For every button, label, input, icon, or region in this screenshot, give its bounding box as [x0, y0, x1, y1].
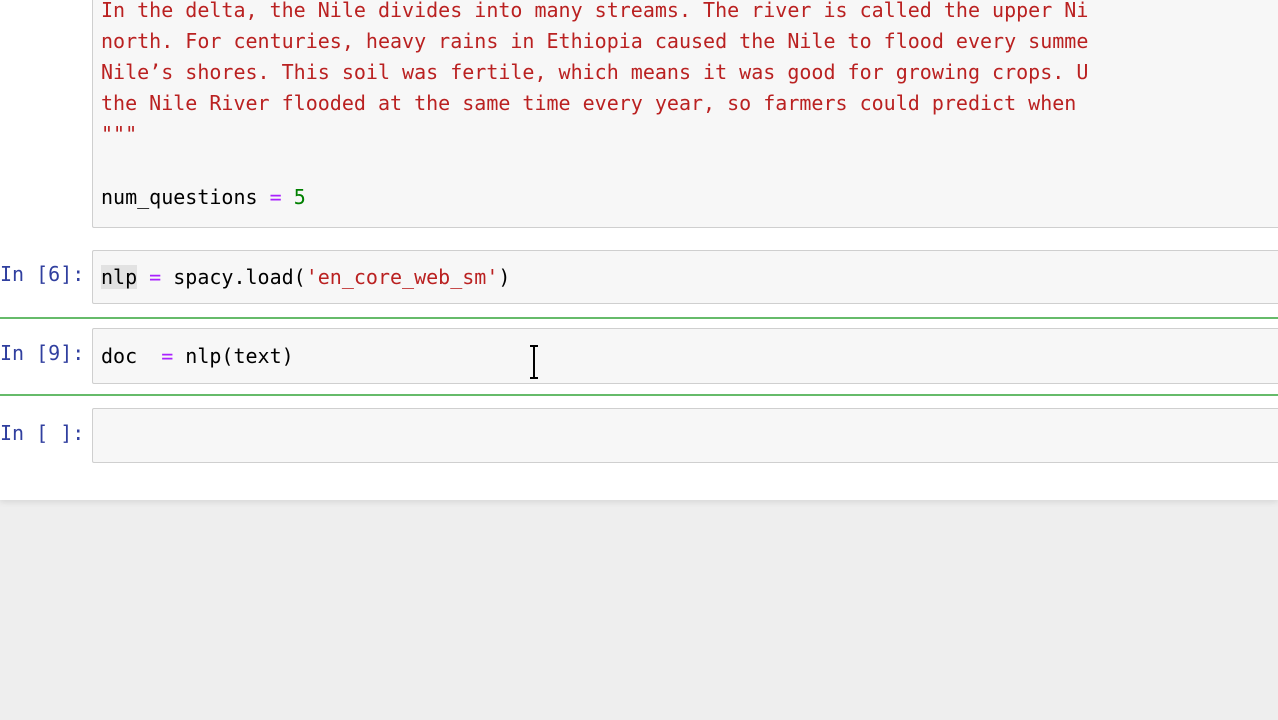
- number-literal: 5: [293, 185, 306, 209]
- code-line: In the delta, the Nile divides into many…: [101, 0, 1089, 22]
- code-line: north. For centuries, heavy rains in Eth…: [101, 29, 1089, 53]
- code-token: doc: [101, 344, 162, 368]
- notebook-container: In the delta, the Nile divides into many…: [0, 0, 1278, 500]
- code-cell-9[interactable]: In [9]: doc = nlp(text): [0, 328, 1278, 384]
- cell-input-area[interactable]: In the delta, the Nile divides into many…: [92, 0, 1278, 228]
- input-prompt: In [9]:: [0, 341, 85, 365]
- code-line: doc = nlp(text): [101, 341, 294, 372]
- variable-name: num_questions: [101, 185, 258, 209]
- input-prompt: In [6]:: [0, 262, 85, 286]
- code-cell-text[interactable]: In the delta, the Nile divides into many…: [0, 0, 1278, 230]
- text-cursor-icon: [530, 345, 538, 379]
- input-prompt: In [ ]:: [0, 421, 85, 445]
- assign-operator: =: [269, 185, 282, 209]
- code-line: the Nile River flooded at the same time …: [101, 91, 1077, 115]
- code-token: =: [149, 265, 162, 289]
- code-line: nlp = spacy.load('en_core_web_sm'): [101, 262, 510, 293]
- code-token: nlp(text): [173, 344, 294, 368]
- code-line: Nile’s shores. This soil was fertile, wh…: [101, 60, 1089, 84]
- selected-cell-top-border: [0, 317, 1278, 319]
- code-line: """: [101, 122, 138, 146]
- code-token: spacy.load(: [161, 265, 306, 289]
- code-token: =: [161, 344, 174, 368]
- code-cell-empty[interactable]: In [ ]:: [0, 408, 1278, 463]
- code-line-num-questions: num_questions = 5: [101, 182, 306, 213]
- code-token: ): [498, 265, 511, 289]
- selected-cell-bottom-border: [0, 394, 1278, 396]
- cell-input-area[interactable]: doc = nlp(text): [92, 328, 1278, 384]
- cell-input-area[interactable]: [92, 408, 1278, 463]
- code-token: 'en_core_web_sm': [305, 265, 499, 289]
- code-cell-6[interactable]: In [6]: nlp = spacy.load('en_core_web_sm…: [0, 250, 1278, 304]
- cell-input-area[interactable]: nlp = spacy.load('en_core_web_sm'): [92, 250, 1278, 304]
- code-token: nlp: [101, 265, 138, 289]
